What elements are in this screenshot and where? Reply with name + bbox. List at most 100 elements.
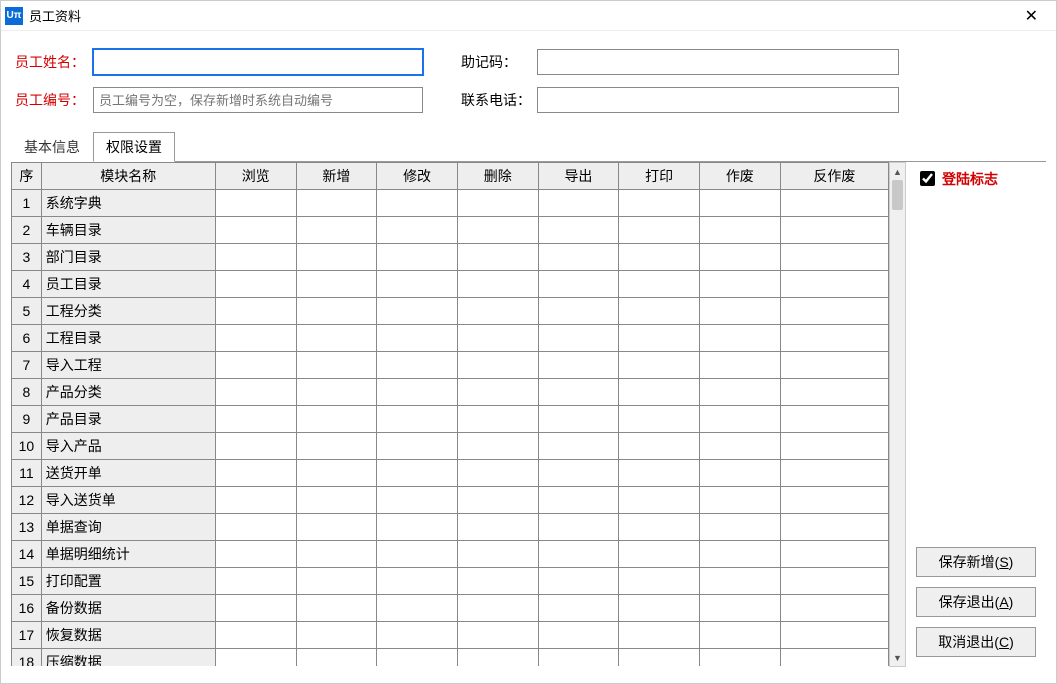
cell-edit[interactable] xyxy=(377,271,458,298)
cell-unvoid[interactable] xyxy=(780,514,888,541)
table-row[interactable]: 18压缩数据 xyxy=(12,649,889,667)
table-row[interactable]: 4员工目录 xyxy=(12,271,889,298)
cell-edit[interactable] xyxy=(377,568,458,595)
cell-browse[interactable] xyxy=(215,460,296,487)
cell-print[interactable] xyxy=(619,271,700,298)
cell-edit[interactable] xyxy=(377,352,458,379)
col-seq[interactable]: 序 xyxy=(12,163,42,190)
cell-void[interactable] xyxy=(699,622,780,649)
cell-print[interactable] xyxy=(619,541,700,568)
cell-edit[interactable] xyxy=(377,622,458,649)
cell-browse[interactable] xyxy=(215,541,296,568)
scroll-thumb[interactable] xyxy=(892,180,903,210)
cell-export[interactable] xyxy=(538,217,619,244)
tab-basic-info[interactable]: 基本信息 xyxy=(11,132,93,162)
cell-unvoid[interactable] xyxy=(780,298,888,325)
cell-edit[interactable] xyxy=(377,595,458,622)
cell-delete[interactable] xyxy=(457,568,538,595)
cell-delete[interactable] xyxy=(457,649,538,667)
cell-print[interactable] xyxy=(619,298,700,325)
cell-browse[interactable] xyxy=(215,298,296,325)
cell-void[interactable] xyxy=(699,298,780,325)
table-row[interactable]: 11送货开单 xyxy=(12,460,889,487)
cell-export[interactable] xyxy=(538,595,619,622)
cell-delete[interactable] xyxy=(457,514,538,541)
cell-edit[interactable] xyxy=(377,298,458,325)
login-flag-input[interactable] xyxy=(920,171,935,186)
cell-unvoid[interactable] xyxy=(780,190,888,217)
cell-unvoid[interactable] xyxy=(780,217,888,244)
cell-edit[interactable] xyxy=(377,244,458,271)
cell-edit[interactable] xyxy=(377,217,458,244)
scroll-down-icon[interactable]: ▼ xyxy=(890,649,905,666)
cell-delete[interactable] xyxy=(457,595,538,622)
cell-export[interactable] xyxy=(538,244,619,271)
cell-delete[interactable] xyxy=(457,352,538,379)
scroll-up-icon[interactable]: ▲ xyxy=(890,163,905,180)
cell-print[interactable] xyxy=(619,352,700,379)
cell-export[interactable] xyxy=(538,433,619,460)
cell-delete[interactable] xyxy=(457,622,538,649)
cell-void[interactable] xyxy=(699,325,780,352)
cell-export[interactable] xyxy=(538,514,619,541)
table-row[interactable]: 7导入工程 xyxy=(12,352,889,379)
cell-add[interactable] xyxy=(296,271,377,298)
cell-delete[interactable] xyxy=(457,217,538,244)
cell-edit[interactable] xyxy=(377,649,458,667)
cell-void[interactable] xyxy=(699,649,780,667)
cell-browse[interactable] xyxy=(215,433,296,460)
cell-add[interactable] xyxy=(296,244,377,271)
cell-add[interactable] xyxy=(296,190,377,217)
cell-delete[interactable] xyxy=(457,298,538,325)
cell-delete[interactable] xyxy=(457,190,538,217)
login-flag-checkbox[interactable]: 登陆标志 xyxy=(916,168,1036,189)
cell-unvoid[interactable] xyxy=(780,352,888,379)
permissions-table[interactable]: 序 模块名称 浏览 新增 修改 删除 导出 打印 作废 反作废 1系统字典2车辆 xyxy=(11,162,889,666)
cell-void[interactable] xyxy=(699,406,780,433)
cell-export[interactable] xyxy=(538,487,619,514)
cell-export[interactable] xyxy=(538,460,619,487)
table-row[interactable]: 13单据查询 xyxy=(12,514,889,541)
cell-void[interactable] xyxy=(699,190,780,217)
vertical-scrollbar[interactable]: ▲ ▼ xyxy=(889,162,906,667)
table-row[interactable]: 1系统字典 xyxy=(12,190,889,217)
cell-edit[interactable] xyxy=(377,487,458,514)
cell-export[interactable] xyxy=(538,541,619,568)
table-row[interactable]: 9产品目录 xyxy=(12,406,889,433)
cell-browse[interactable] xyxy=(215,487,296,514)
cell-add[interactable] xyxy=(296,649,377,667)
cell-export[interactable] xyxy=(538,622,619,649)
cell-edit[interactable] xyxy=(377,460,458,487)
cell-add[interactable] xyxy=(296,217,377,244)
col-void[interactable]: 作废 xyxy=(699,163,780,190)
cell-browse[interactable] xyxy=(215,244,296,271)
cell-unvoid[interactable] xyxy=(780,622,888,649)
cell-export[interactable] xyxy=(538,568,619,595)
cell-edit[interactable] xyxy=(377,379,458,406)
cell-unvoid[interactable] xyxy=(780,433,888,460)
cell-add[interactable] xyxy=(296,568,377,595)
col-export[interactable]: 导出 xyxy=(538,163,619,190)
cell-print[interactable] xyxy=(619,649,700,667)
cell-delete[interactable] xyxy=(457,244,538,271)
table-row[interactable]: 6工程目录 xyxy=(12,325,889,352)
cell-void[interactable] xyxy=(699,244,780,271)
cell-print[interactable] xyxy=(619,190,700,217)
cell-void[interactable] xyxy=(699,217,780,244)
table-row[interactable]: 16备份数据 xyxy=(12,595,889,622)
cell-print[interactable] xyxy=(619,622,700,649)
cell-void[interactable] xyxy=(699,514,780,541)
col-print[interactable]: 打印 xyxy=(619,163,700,190)
cell-delete[interactable] xyxy=(457,487,538,514)
cell-edit[interactable] xyxy=(377,514,458,541)
table-row[interactable]: 14单据明细统计 xyxy=(12,541,889,568)
cell-print[interactable] xyxy=(619,460,700,487)
cell-void[interactable] xyxy=(699,541,780,568)
cell-delete[interactable] xyxy=(457,271,538,298)
cell-export[interactable] xyxy=(538,649,619,667)
cell-browse[interactable] xyxy=(215,514,296,541)
cell-edit[interactable] xyxy=(377,433,458,460)
table-row[interactable]: 2车辆目录 xyxy=(12,217,889,244)
cell-edit[interactable] xyxy=(377,541,458,568)
cell-add[interactable] xyxy=(296,487,377,514)
